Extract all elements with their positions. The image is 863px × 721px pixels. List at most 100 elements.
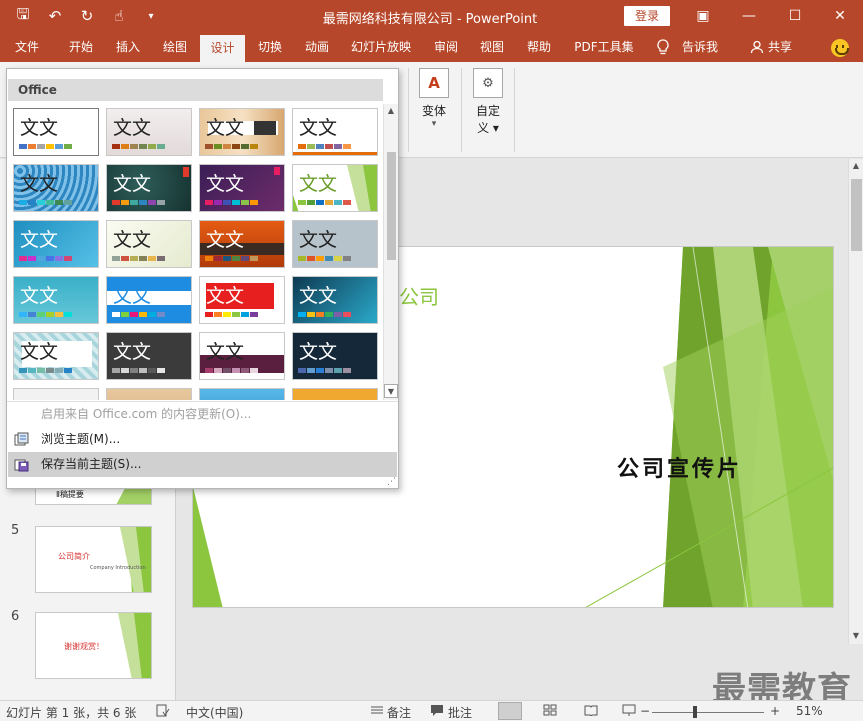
tab-design[interactable]: 设计 [200,35,245,62]
variants-button[interactable]: A 变体 ▾ [414,68,454,129]
theme-sample-text: 文文 [20,285,59,307]
tab-help[interactable]: 帮助 [517,32,561,62]
ribbon-display-icon[interactable]: ▣ [680,0,726,32]
spellcheck-icon[interactable] [156,704,170,720]
resize-grip-icon[interactable]: ⋰ [387,477,396,487]
browse-themes-icon [14,432,29,446]
reading-view-icon[interactable] [584,704,598,719]
comments-icon[interactable] [430,704,444,720]
customize-button[interactable]: ⚙ 自定 义 ▾ [468,68,508,136]
zoom-in-button[interactable]: + [770,704,780,718]
theme-13[interactable]: 文文 [13,276,99,324]
redo-icon[interactable]: ↻ [72,5,102,27]
notes-button[interactable]: 备注 [387,704,411,721]
enable-office-updates-item: 启用来自 Office.com 的内容更新(O)... [8,402,397,427]
maximize-button[interactable]: ☐ [772,0,818,32]
thumbnail-slide-5[interactable]: 公司简介 Company Introduction [35,526,152,593]
theme-21[interactable] [13,388,99,400]
theme-20[interactable]: 文文 [292,332,378,380]
zoom-out-button[interactable]: − [640,704,650,718]
customize-label-line2: 义 ▾ [477,121,499,135]
theme-sample-text: 文文 [113,173,152,195]
theme-10[interactable]: 文文 [106,220,192,268]
scroll-up-icon[interactable]: ▲ [849,159,863,173]
gallery-scrollbar[interactable]: ▲ ▼ [383,104,398,400]
slide-company-name: 公司 [399,285,439,309]
theme-24[interactable] [292,388,378,400]
theme-colors [112,200,165,205]
theme-11[interactable]: 文文 [199,220,285,268]
tab-insert[interactable]: 插入 [105,32,151,62]
theme-15[interactable]: 文文 [199,276,285,324]
theme-7[interactable]: 文文 [199,164,285,212]
scrollbar-thumb[interactable] [851,179,862,251]
slide-number-5: 5 [11,523,20,538]
tab-file[interactable]: 文件 [4,32,50,62]
theme-9[interactable]: 文文 [13,220,99,268]
thumbnail-6-title: 谢谢观赏！ [64,642,104,651]
theme-6[interactable]: 文文 [106,164,192,212]
slide-sorter-icon[interactable] [543,704,557,719]
zoom-level[interactable]: 51% [796,704,823,718]
theme-4[interactable]: 文文 [292,108,378,156]
minimize-button[interactable]: — [726,0,772,32]
window-title: 最需网络科技有限公司 - PowerPoint [322,12,538,27]
customize-qat-icon[interactable]: ▾ [136,5,166,27]
undo-icon[interactable]: ↶ [40,5,70,27]
tab-view[interactable]: 视图 [470,32,514,62]
tell-me-search[interactable]: 告诉我 [682,32,718,62]
theme-12[interactable]: 文文 [292,220,378,268]
theme-colors [112,312,165,317]
theme-19[interactable]: 文文 [199,332,285,380]
share-button[interactable]: 共享 [768,32,792,62]
gallery-scroll-up-icon[interactable]: ▲ [384,104,398,118]
lightbulb-icon[interactable] [656,32,670,62]
theme-23[interactable] [199,388,285,400]
slideshow-icon[interactable] [622,704,636,719]
theme-sample-text: 文文 [206,341,245,363]
tab-draw[interactable]: 绘图 [152,32,198,62]
tab-pdf-tools[interactable]: PDF工具集 [568,32,640,62]
thumbnail-slide-6[interactable]: 谢谢观赏！ [35,612,152,679]
tab-animations[interactable]: 动画 [294,32,340,62]
close-button[interactable]: ✕ [817,0,863,32]
tab-slideshow[interactable]: 幻灯片放映 [345,32,417,62]
zoom-slider[interactable] [652,712,764,713]
touch-mode-icon[interactable]: ☝ [104,5,134,27]
comments-button[interactable]: 批注 [448,704,472,721]
theme-22[interactable] [106,388,192,400]
zoom-slider-handle[interactable] [693,706,697,718]
theme-18[interactable]: 文文 [106,332,192,380]
scroll-down-icon[interactable]: ▼ [849,629,863,643]
feedback-smiley-icon[interactable] [831,39,849,57]
gallery-scroll-thumb[interactable] [387,152,396,260]
gallery-scroll-down-icon[interactable]: ▼ [384,384,398,398]
theme-8[interactable]: 文文 [292,164,378,212]
theme-sample-text: 文文 [299,117,338,139]
theme-sample-text: 文文 [299,229,338,251]
theme-16[interactable]: 文文 [292,276,378,324]
tab-review[interactable]: 审阅 [424,32,468,62]
browse-themes-item[interactable]: 浏览主题(M)... [8,427,397,452]
language-indicator[interactable]: 中文(中国) [186,704,243,721]
notes-icon[interactable] [370,704,384,719]
theme-5[interactable]: 文文 [13,164,99,212]
share-user-icon[interactable] [750,32,764,62]
tab-transitions[interactable]: 切换 [247,32,293,62]
theme-17[interactable]: 文文 [13,332,99,380]
save-icon[interactable]: 🖫 [8,5,38,27]
normal-view-icon[interactable] [498,702,522,720]
gallery-header-office: Office [8,79,383,101]
theme-colors [205,256,258,261]
theme-2[interactable]: 文文 [106,108,192,156]
tab-home[interactable]: 开始 [58,32,104,62]
theme-14[interactable]: 文文 [106,276,192,324]
theme-colors [298,256,351,261]
save-current-theme-item[interactable]: 保存当前主题(S)... [8,452,397,477]
thumbnail-5-subtitle: Company Introduction [90,565,146,571]
theme-3[interactable]: 文文 [199,108,285,156]
ribbon-separator [461,68,462,152]
login-button[interactable]: 登录 [624,6,670,26]
theme-office[interactable]: 文文 [13,108,99,156]
vertical-scrollbar[interactable]: ▲ ▼ [848,159,863,644]
